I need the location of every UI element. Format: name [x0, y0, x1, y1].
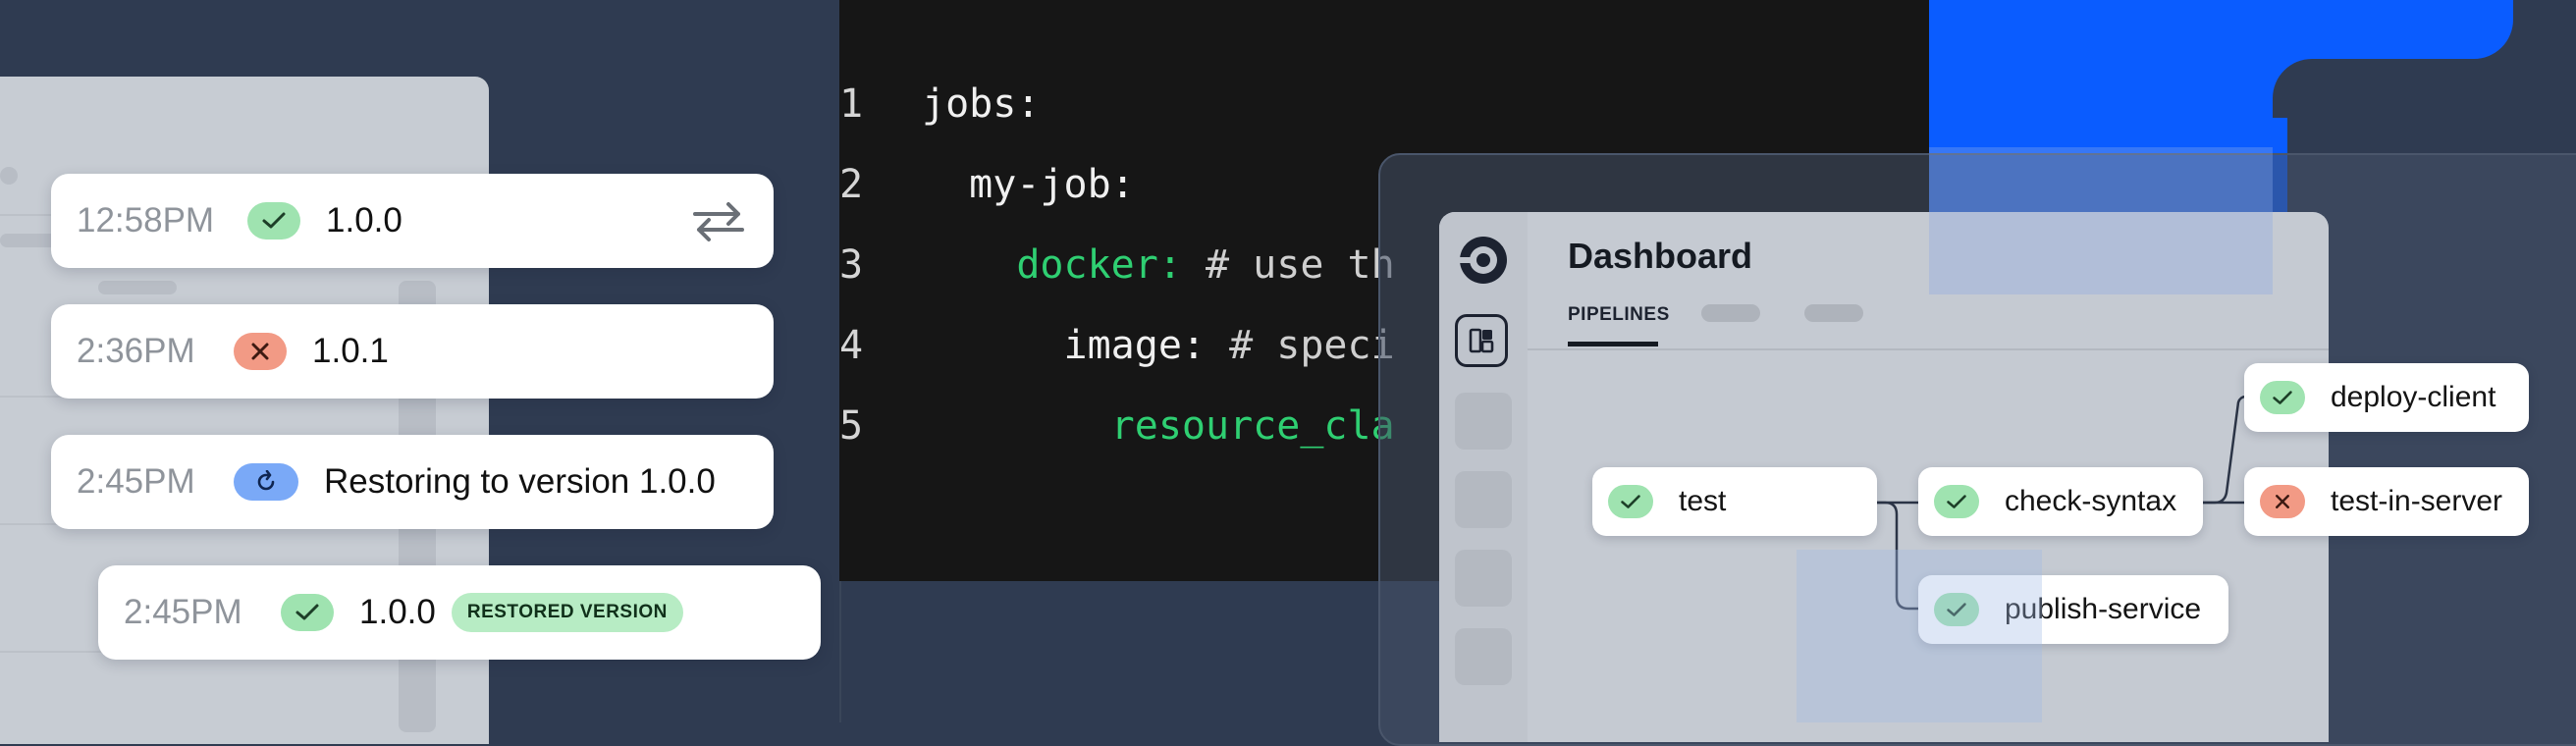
check-icon — [1947, 494, 1966, 508]
check-icon — [2273, 390, 2292, 404]
job-label: deploy-client — [2331, 381, 2496, 413]
tab-placeholder — [1804, 304, 1863, 322]
code-key: jobs: — [922, 81, 1041, 127]
ghost-shape — [98, 281, 177, 294]
sidebar-placeholder — [1455, 471, 1512, 528]
code-key: resource_cla — [1110, 403, 1395, 449]
status-badge-success — [247, 202, 300, 240]
x-icon — [251, 343, 269, 360]
dashboard-nav-button[interactable] — [1455, 314, 1508, 367]
entry-version: 1.0.1 — [312, 332, 389, 370]
line-number: 3 — [839, 242, 864, 288]
ghost-shape — [0, 167, 18, 185]
code-line: 3 docker: # use th — [839, 236, 1395, 294]
ghost-shape — [0, 234, 59, 247]
code-comment: # speci — [1206, 323, 1395, 368]
status-badge-success — [2260, 381, 2305, 414]
code-line: 1 jobs: — [839, 75, 1040, 133]
sidebar-placeholder — [1455, 628, 1512, 685]
refresh-icon — [257, 470, 275, 491]
history-entry[interactable]: 2:36PM 1.0.1 — [51, 304, 774, 399]
code-key: docker: — [1016, 242, 1182, 288]
line-number: 1 — [839, 81, 864, 127]
job-label: check-syntax — [2005, 485, 2177, 517]
status-badge-failed — [2260, 485, 2305, 518]
entry-time: 2:45PM — [124, 593, 242, 631]
swap-arrows-icon[interactable] — [691, 199, 746, 242]
entry-time: 2:36PM — [77, 332, 195, 370]
brand-shape — [2273, 0, 2513, 59]
decorative-glow — [1797, 550, 2042, 722]
history-entry[interactable]: 12:58PM 1.0.0 — [51, 174, 774, 268]
status-badge-restoring — [234, 463, 298, 501]
dashboard-grid-icon — [1469, 328, 1494, 353]
status-badge-success — [281, 594, 334, 631]
pipeline-job-test-in-server[interactable]: test-in-server — [2244, 467, 2529, 536]
code-comment: # use th — [1181, 242, 1395, 288]
line-number: 4 — [839, 323, 864, 368]
pipeline-job-deploy-client[interactable]: deploy-client — [2244, 363, 2529, 432]
job-label: test-in-server — [2331, 485, 2503, 517]
tab-placeholder — [1701, 304, 1760, 322]
status-badge-success — [1934, 485, 1979, 518]
check-icon — [1621, 494, 1640, 508]
entry-time: 12:58PM — [77, 201, 215, 240]
sidebar-placeholder — [1455, 393, 1512, 450]
dashboard-sidebar — [1439, 212, 1528, 742]
history-entry-restored[interactable]: 2:45PM 1.0.0 RESTORED VERSION — [98, 565, 821, 660]
circleci-logo-icon[interactable] — [1457, 234, 1510, 287]
line-number: 2 — [839, 162, 864, 207]
pipeline-job-check-syntax[interactable]: check-syntax — [1918, 467, 2203, 536]
history-entry[interactable]: 2:45PM Restoring to version 1.0.0 — [51, 435, 774, 529]
pipeline-job-test[interactable]: test — [1592, 467, 1877, 536]
page-title: Dashboard — [1568, 236, 1753, 276]
code-line: 2 my-job: — [839, 155, 1135, 214]
tab-divider — [1528, 348, 2329, 350]
active-tab-indicator — [1568, 342, 1658, 346]
decorative-glow — [1929, 147, 2273, 294]
restored-version-tag: RESTORED VERSION — [451, 593, 683, 632]
sidebar-placeholder — [1455, 550, 1512, 607]
x-icon — [2276, 495, 2289, 508]
check-icon — [262, 212, 286, 229]
entry-time: 2:45PM — [77, 462, 195, 501]
code-key: my-job: — [969, 162, 1135, 207]
status-badge-failed — [234, 333, 287, 370]
entry-version: 1.0.0 — [359, 593, 436, 631]
code-line: 4 image: # speci — [839, 316, 1395, 375]
entry-version: 1.0.0 — [326, 201, 402, 240]
tab-pipelines[interactable]: PIPELINES — [1568, 304, 1670, 326]
code-key: image: — [1063, 323, 1207, 368]
code-line: 5 resource_cla — [839, 397, 1395, 455]
line-number: 5 — [839, 403, 864, 449]
entry-version: Restoring to version 1.0.0 — [324, 462, 716, 501]
status-badge-success — [1608, 485, 1653, 518]
check-icon — [295, 604, 319, 620]
job-label: test — [1679, 485, 1727, 517]
